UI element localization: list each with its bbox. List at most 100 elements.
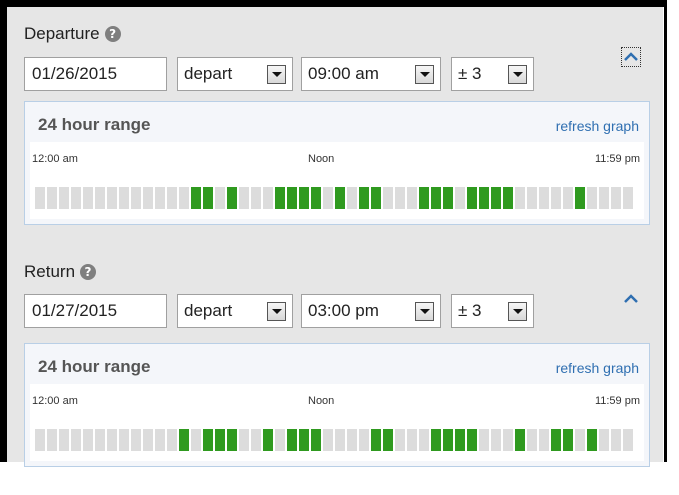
- departure-hour-bar[interactable]: [251, 187, 261, 209]
- departure-hour-bar[interactable]: [503, 187, 513, 209]
- return-hour-bar[interactable]: [71, 429, 81, 451]
- return-refresh-graph-link[interactable]: refresh graph: [556, 360, 639, 376]
- return-hour-bar[interactable]: [407, 429, 417, 451]
- departure-hour-bar[interactable]: [215, 187, 225, 209]
- departure-hour-bar[interactable]: [515, 187, 525, 209]
- return-hour-bar[interactable]: [383, 429, 393, 451]
- departure-hour-bar[interactable]: [443, 187, 453, 209]
- return-hour-bar[interactable]: [83, 429, 93, 451]
- return-hour-bar[interactable]: [239, 429, 249, 451]
- departure-collapse-button[interactable]: [621, 47, 641, 67]
- return-hour-bar[interactable]: [263, 429, 273, 451]
- return-hour-bar[interactable]: [143, 429, 153, 451]
- return-hour-bar[interactable]: [203, 429, 213, 451]
- return-hour-bar[interactable]: [155, 429, 165, 451]
- departure-hour-bar[interactable]: [551, 187, 561, 209]
- return-hour-bar[interactable]: [551, 429, 561, 451]
- departure-hour-bar[interactable]: [575, 187, 585, 209]
- departure-hour-bar[interactable]: [95, 187, 105, 209]
- return-mode-select[interactable]: depart: [177, 294, 293, 328]
- departure-hour-bar[interactable]: [455, 187, 465, 209]
- departure-hour-bar[interactable]: [491, 187, 501, 209]
- departure-hour-bar[interactable]: [167, 187, 177, 209]
- departure-hour-bar[interactable]: [71, 187, 81, 209]
- return-hour-bar[interactable]: [227, 429, 237, 451]
- return-hour-bar[interactable]: [311, 429, 321, 451]
- chevron-down-icon[interactable]: [415, 64, 434, 84]
- return-hour-bar[interactable]: [587, 429, 597, 451]
- chevron-down-icon[interactable]: [508, 301, 527, 321]
- departure-hour-bar[interactable]: [323, 187, 333, 209]
- return-hour-bar[interactable]: [323, 429, 333, 451]
- departure-hour-bar[interactable]: [155, 187, 165, 209]
- return-hour-bar[interactable]: [599, 429, 609, 451]
- return-time-select[interactable]: 03:00 pm: [301, 294, 441, 328]
- departure-hour-bar[interactable]: [179, 187, 189, 209]
- return-hour-bar[interactable]: [443, 429, 453, 451]
- return-date-input[interactable]: 01/27/2015: [24, 294, 167, 328]
- return-hour-bar[interactable]: [563, 429, 573, 451]
- departure-hour-bar[interactable]: [599, 187, 609, 209]
- departure-hour-bar[interactable]: [527, 187, 537, 209]
- chevron-down-icon[interactable]: [415, 301, 434, 321]
- departure-time-select[interactable]: 09:00 am: [301, 57, 441, 91]
- return-hour-bar[interactable]: [539, 429, 549, 451]
- departure-flex-select[interactable]: ± 3: [451, 57, 534, 91]
- return-hour-bar[interactable]: [107, 429, 117, 451]
- chevron-down-icon[interactable]: [267, 301, 286, 321]
- departure-hour-bar[interactable]: [263, 187, 273, 209]
- departure-hour-bar[interactable]: [227, 187, 237, 209]
- return-hour-bar[interactable]: [467, 429, 477, 451]
- departure-hour-bar[interactable]: [563, 187, 573, 209]
- return-hour-bar[interactable]: [191, 429, 201, 451]
- return-hour-bar[interactable]: [623, 429, 633, 451]
- return-hour-bar[interactable]: [503, 429, 513, 451]
- departure-hour-bar[interactable]: [383, 187, 393, 209]
- return-hour-bar[interactable]: [59, 429, 69, 451]
- return-hour-bar[interactable]: [167, 429, 177, 451]
- return-hour-bar[interactable]: [119, 429, 129, 451]
- departure-hour-bar[interactable]: [311, 187, 321, 209]
- return-hour-bar[interactable]: [131, 429, 141, 451]
- departure-hour-bar[interactable]: [35, 187, 45, 209]
- chevron-down-icon[interactable]: [267, 64, 286, 84]
- return-hour-bar[interactable]: [575, 429, 585, 451]
- departure-hour-bar[interactable]: [143, 187, 153, 209]
- departure-hour-bar[interactable]: [419, 187, 429, 209]
- departure-hour-bar[interactable]: [131, 187, 141, 209]
- departure-refresh-graph-link[interactable]: refresh graph: [556, 118, 639, 134]
- return-hour-bar[interactable]: [347, 429, 357, 451]
- departure-hour-bar[interactable]: [407, 187, 417, 209]
- return-hour-bar[interactable]: [275, 429, 285, 451]
- question-circle-icon[interactable]: ?: [80, 264, 97, 280]
- return-hour-bar[interactable]: [179, 429, 189, 451]
- return-collapse-button[interactable]: [621, 289, 641, 309]
- return-hour-bar[interactable]: [395, 429, 405, 451]
- return-hour-bar[interactable]: [491, 429, 501, 451]
- departure-hour-bar[interactable]: [623, 187, 633, 209]
- departure-hour-bar[interactable]: [431, 187, 441, 209]
- return-hour-bar[interactable]: [335, 429, 345, 451]
- return-hour-bar[interactable]: [419, 429, 429, 451]
- departure-hour-bar[interactable]: [467, 187, 477, 209]
- return-hour-bar[interactable]: [95, 429, 105, 451]
- return-hour-bar[interactable]: [455, 429, 465, 451]
- return-hour-bar[interactable]: [611, 429, 621, 451]
- departure-hour-bar[interactable]: [191, 187, 201, 209]
- departure-hour-bar[interactable]: [275, 187, 285, 209]
- departure-hour-bar[interactable]: [107, 187, 117, 209]
- departure-hour-bar[interactable]: [203, 187, 213, 209]
- return-hour-bar[interactable]: [215, 429, 225, 451]
- return-hour-bar[interactable]: [515, 429, 525, 451]
- departure-hour-bar[interactable]: [287, 187, 297, 209]
- departure-hour-bar[interactable]: [83, 187, 93, 209]
- return-hour-bar[interactable]: [299, 429, 309, 451]
- departure-hour-bar[interactable]: [539, 187, 549, 209]
- return-flex-select[interactable]: ± 3: [451, 294, 534, 328]
- return-hour-bar[interactable]: [479, 429, 489, 451]
- departure-hour-bar[interactable]: [47, 187, 57, 209]
- return-hour-bar[interactable]: [35, 429, 45, 451]
- departure-hour-bar[interactable]: [371, 187, 381, 209]
- chevron-down-icon[interactable]: [508, 64, 527, 84]
- departure-date-input[interactable]: 01/26/2015: [24, 57, 167, 91]
